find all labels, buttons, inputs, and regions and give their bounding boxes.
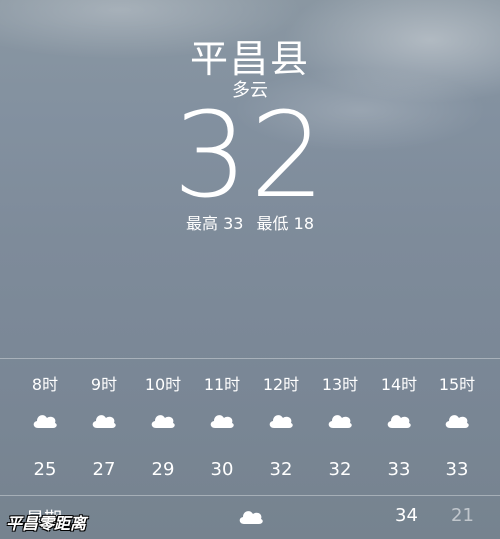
cloud-icon <box>151 415 175 428</box>
cloud-icon <box>239 511 263 524</box>
hour-time: 13时 <box>321 375 359 394</box>
hour-temp: 33 <box>387 459 411 480</box>
hour-item: 13时 32 <box>310 359 370 495</box>
hour-item: 9时 27 <box>74 359 134 495</box>
hour-temp: 27 <box>92 459 116 480</box>
hour-temp: 32 <box>269 459 293 480</box>
cloud-icon <box>269 415 293 428</box>
hour-time: 9时 <box>90 375 118 394</box>
high-temp: 最高 33 <box>186 214 244 233</box>
cloud-icon <box>210 415 234 428</box>
cloud-icon <box>387 415 411 428</box>
hour-item: 10时 29 <box>133 359 193 495</box>
hour-time: 12时 <box>262 375 300 394</box>
hour-item: 14时 33 <box>369 359 429 495</box>
high-low-temps: 最高 33 最低 18 <box>0 210 500 234</box>
cloud-icon <box>92 415 116 428</box>
current-temperature: 32 <box>172 86 328 224</box>
hour-temp: 33 <box>445 459 469 480</box>
hourly-forecast[interactable]: 8时 25 9时 27 10时 29 11时 30 12时 32 13时 32 … <box>0 358 500 496</box>
low-temp: 最低 18 <box>256 214 314 233</box>
cloud-icon <box>328 415 352 428</box>
day-high-temp: 34 <box>395 505 418 526</box>
day-low-temp: 21 <box>451 505 474 526</box>
hour-item: 11时 30 <box>192 359 252 495</box>
hour-item: 12时 32 <box>251 359 311 495</box>
hour-time: 8时 <box>31 375 59 394</box>
cloud-icon <box>33 415 57 428</box>
hour-item: 8时 25 <box>15 359 75 495</box>
city-name: 平昌县 <box>189 37 310 81</box>
hour-time: 14时 <box>380 375 418 394</box>
hour-time: 11时 <box>203 375 241 394</box>
hour-temp: 32 <box>328 459 352 480</box>
hour-temp: 29 <box>151 459 175 480</box>
hour-time: 10时 <box>144 375 182 394</box>
hour-temp: 25 <box>33 459 57 480</box>
hour-temp: 30 <box>210 459 234 480</box>
cloud-icon <box>445 415 469 428</box>
hour-item: 15时 33 <box>427 359 487 495</box>
watermark: 平昌零距离 <box>6 514 87 533</box>
hour-time: 15时 <box>438 375 476 394</box>
